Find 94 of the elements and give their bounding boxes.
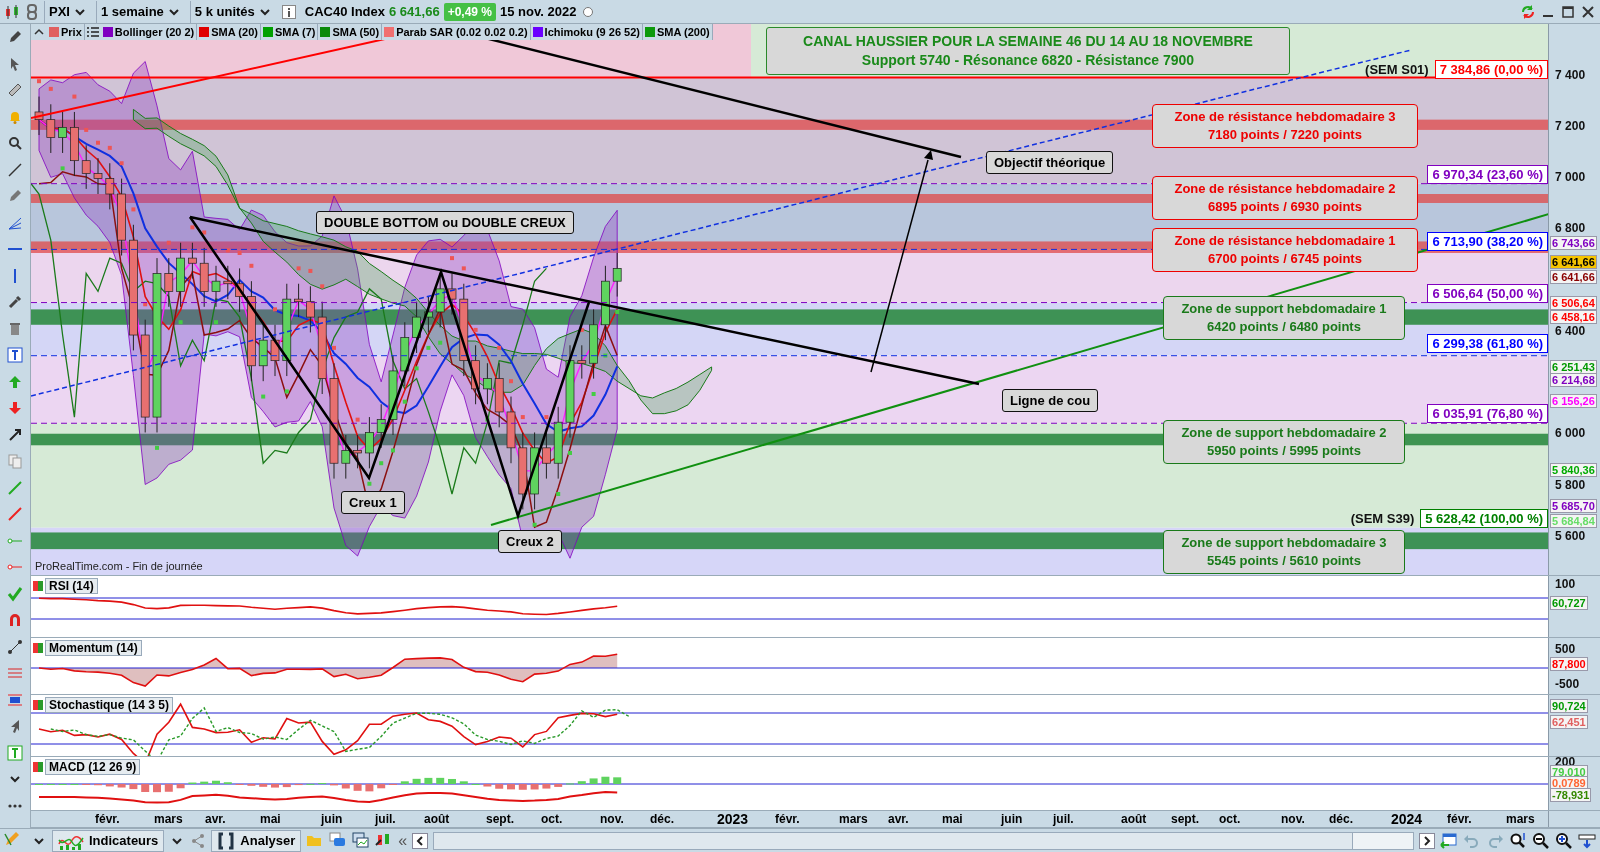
time-label: nov. xyxy=(600,812,624,826)
time-label: avr. xyxy=(205,812,226,826)
price-badge: 6 641,66 xyxy=(1550,270,1597,284)
axis-tick: 5 800 xyxy=(1555,477,1586,492)
time-label: déc. xyxy=(1329,812,1353,826)
price-badge: 5 840,36 xyxy=(1550,463,1597,477)
time-label: déc. xyxy=(650,812,674,826)
swing-label: (SEM S39) xyxy=(1350,511,1415,526)
time-label: 2023 xyxy=(717,811,749,827)
time-label: févr. xyxy=(775,812,800,826)
time-label: févr. xyxy=(1447,812,1472,826)
time-label: juil. xyxy=(1053,812,1074,826)
axis-tick: 7 400 xyxy=(1555,67,1586,82)
value-badge: 90,724 xyxy=(1550,699,1588,713)
indicators-button[interactable]: Indicateurs xyxy=(52,829,165,852)
axis-tick: 6 000 xyxy=(1555,426,1586,441)
time-label: sept. xyxy=(1171,812,1199,826)
axis-tick: -500 xyxy=(1555,677,1580,691)
legend-item[interactable]: SMA (200) xyxy=(642,24,713,40)
legend-item[interactable]: SMA (50) xyxy=(318,24,383,40)
indicator-title: Stochastique (14 3 5) xyxy=(45,697,174,713)
fibonacci-label: 6 035,91 (76,80 %) xyxy=(1427,404,1549,423)
legend-item[interactable]: SMA (20) xyxy=(197,24,261,40)
zone-label: Zone de support hebdomadaire 2 5950 points / 5995 points xyxy=(1163,420,1405,464)
time-label: juin xyxy=(1001,812,1023,826)
legend-item[interactable]: Bollinger (20 2) xyxy=(100,24,198,40)
price-badge: 5 685,70 xyxy=(1550,499,1597,513)
price-badge: 6 743,66 xyxy=(1550,236,1597,250)
callout-label: Ligne de cou xyxy=(1002,389,1099,412)
indicator-title: RSI (14) xyxy=(45,578,98,594)
value-badge: 60,727 xyxy=(1550,596,1588,610)
fibonacci-label: 7 384,86 (0,00 %) xyxy=(1434,60,1549,79)
fibonacci-label: 6 713,90 (38,20 %) xyxy=(1427,232,1549,251)
price-badge: 6 214,68 xyxy=(1550,373,1597,387)
last-price: 6 641,66 xyxy=(389,4,440,19)
change-badge: +0,49 % xyxy=(443,2,496,21)
zone-label: Zone de support hebdomadaire 1 6420 points / 6480 points xyxy=(1163,296,1405,340)
time-label: oct. xyxy=(541,812,563,826)
rewind-button[interactable]: « xyxy=(398,831,408,850)
value-badge: 62,451 xyxy=(1550,715,1588,729)
time-label: mars xyxy=(1506,812,1535,826)
fibonacci-label: 6 299,38 (61,80 %) xyxy=(1427,334,1549,353)
axis-tick: 100 xyxy=(1555,577,1576,591)
price-badge: 6 641,66 xyxy=(1550,255,1597,269)
swing-label: (SEM S01) xyxy=(1365,62,1429,77)
announcement-banner: CANAL HAUSSIER POUR LA SEMAINE 46 DU 14 AU 18 NOVEMBRE Support 5740 - Résonance 6820 - Résistance 7900 xyxy=(766,27,1290,75)
legend-item[interactable]: Prix xyxy=(47,24,85,40)
time-label: sept. xyxy=(486,812,514,826)
zone-label: Zone de résistance hebdomadaire 2 6895 points / 6930 points xyxy=(1152,176,1418,220)
time-label: oct. xyxy=(1219,812,1241,826)
callout-label: Creux 2 xyxy=(498,530,562,553)
axis-tick: 6 800 xyxy=(1555,221,1586,236)
time-label: mars xyxy=(154,812,183,826)
zone-label: Zone de résistance hebdomadaire 3 7180 points / 7220 points xyxy=(1152,104,1418,148)
fibonacci-label: 5 628,42 (100,00 %) xyxy=(1420,509,1549,528)
legend-item[interactable]: Parab SAR (0.02 0.02 0.2) xyxy=(382,24,531,40)
indicator-title: Momentum (14) xyxy=(45,640,142,656)
time-label: mars xyxy=(839,812,868,826)
value-badge: 87,800 xyxy=(1550,657,1588,671)
analyze-button[interactable]: Analyser xyxy=(211,829,302,852)
legend-item[interactable]: SMA (7) xyxy=(260,24,319,40)
price-badge: 6 251,43 xyxy=(1550,360,1597,374)
axis-tick: 7 000 xyxy=(1555,170,1586,185)
axis-tick: 6 400 xyxy=(1555,323,1586,338)
time-label: mai xyxy=(260,812,281,826)
time-label: avr. xyxy=(888,812,909,826)
time-label: août xyxy=(424,812,450,826)
time-label: nov. xyxy=(1281,812,1305,826)
time-label: juin xyxy=(321,812,343,826)
source-note: ProRealTime.com - Fin de journée xyxy=(35,560,203,572)
time-label: 2024 xyxy=(1391,811,1423,827)
callout-label: Objectif théorique xyxy=(986,151,1114,174)
legend-item[interactable]: Ichimoku (9 26 52) xyxy=(530,24,643,40)
price-badge: 5 684,84 xyxy=(1550,514,1597,528)
time-label: août xyxy=(1121,812,1147,826)
time-label: févr. xyxy=(95,812,120,826)
price-badge: 6 156,26 xyxy=(1550,394,1597,408)
price-badge: 6 458,16 xyxy=(1550,310,1597,324)
indicator-title: MACD (12 26 9) xyxy=(45,759,141,775)
callout-label: Creux 1 xyxy=(341,491,405,514)
quote-date: 15 nov. 2022 xyxy=(500,4,577,19)
value-badge: -78,931 xyxy=(1550,788,1592,802)
axis-tick: 5 600 xyxy=(1555,529,1586,543)
axis-tick: 7 200 xyxy=(1555,118,1586,133)
price-badge: 6 506,64 xyxy=(1550,296,1597,310)
instrument-name: CAC40 Index xyxy=(304,4,385,19)
zone-label: Zone de résistance hebdomadaire 1 6700 points / 6745 points xyxy=(1152,228,1418,272)
fibonacci-label: 6 970,34 (23,60 %) xyxy=(1427,165,1549,184)
zone-label: Zone de support hebdomadaire 3 5545 points / 5610 points xyxy=(1163,530,1405,574)
axis-tick: 500 xyxy=(1555,642,1576,656)
time-label: juil. xyxy=(375,812,396,826)
callout-label: DOUBLE BOTTOM ou DOUBLE CREUX xyxy=(316,211,574,234)
time-label: mai xyxy=(942,812,963,826)
fibonacci-label: 6 506,64 (50,00 %) xyxy=(1427,284,1549,303)
